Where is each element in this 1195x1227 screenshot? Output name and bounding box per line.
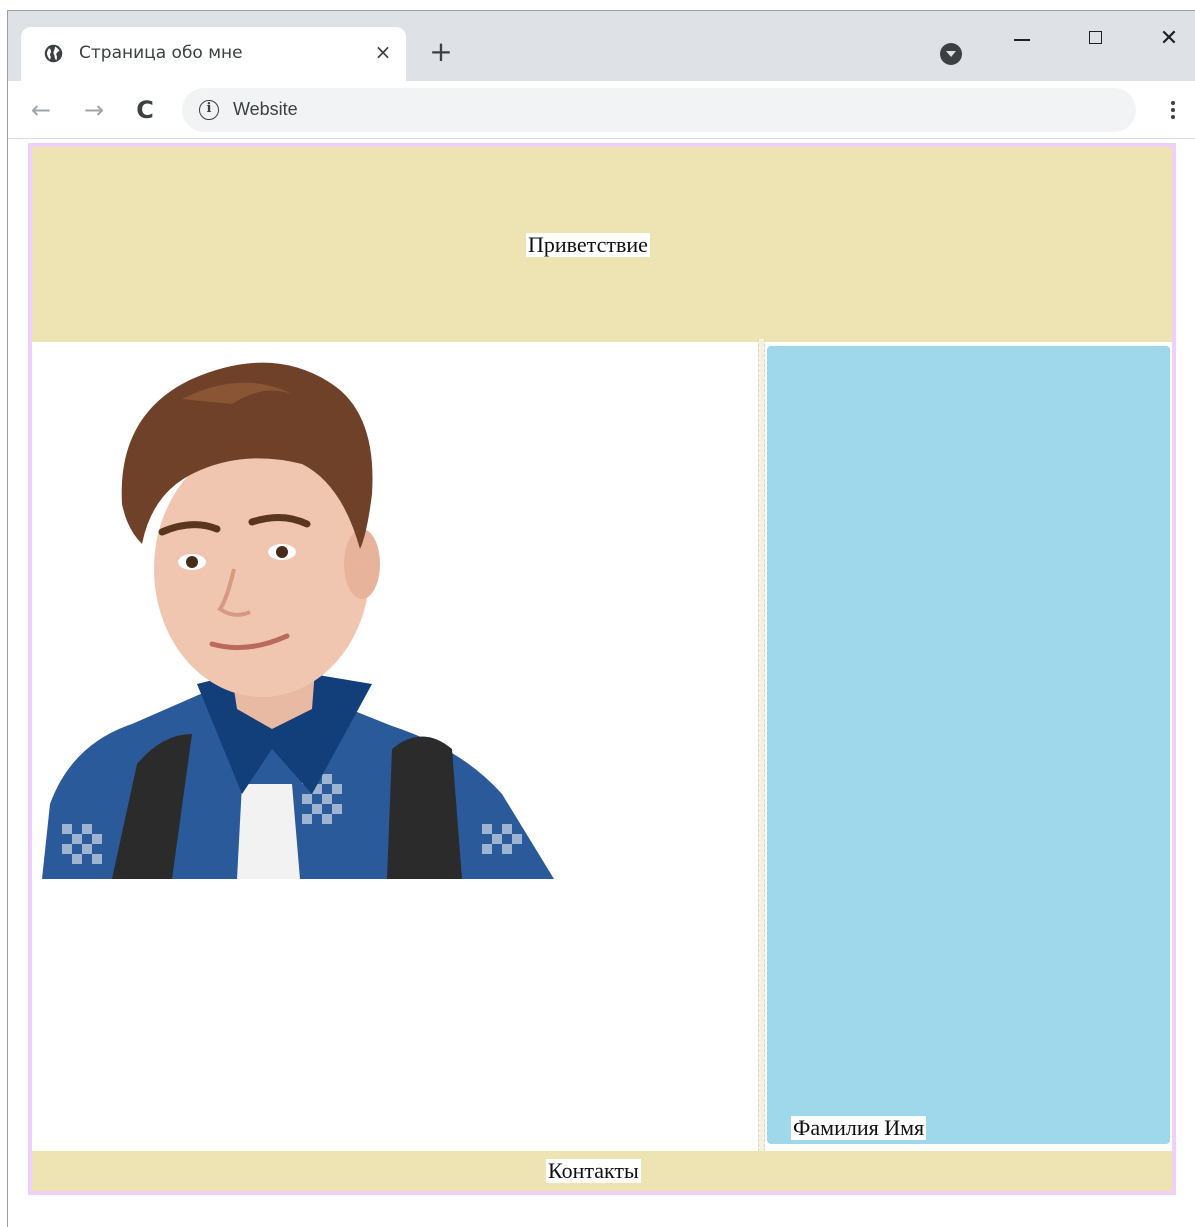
contacts-footer: Контакты <box>32 1151 1172 1191</box>
greeting-title: Приветствие <box>526 232 650 257</box>
name-panel: Фамилия Имя <box>767 346 1170 1144</box>
tab-close-icon[interactable]: × <box>370 39 396 65</box>
greeting-header: Приветствие <box>32 147 1172 342</box>
browser-toolbar: ← → C i Website <box>8 81 1195 139</box>
contacts-label: Контакты <box>546 1158 641 1183</box>
globe-icon <box>44 44 63 63</box>
tab-title: Страница обо мне <box>79 43 243 63</box>
column-divider <box>758 339 765 1152</box>
kebab-menu-icon[interactable] <box>1158 95 1188 125</box>
tab-strip: Страница обо мне × + ✕ <box>8 11 1195 81</box>
close-window-button[interactable]: ✕ <box>1149 19 1189 59</box>
profile-dropdown-icon[interactable] <box>940 43 962 65</box>
new-tab-button[interactable]: + <box>426 37 456 67</box>
photo-column <box>36 344 756 1144</box>
maximize-button[interactable] <box>1076 19 1116 59</box>
full-name-label: Фамилия Имя <box>791 1115 927 1140</box>
active-tab[interactable]: Страница обо мне × <box>21 27 406 81</box>
page-container: Приветствие Фамилия Имя Контакты <box>28 143 1176 1195</box>
reload-button[interactable]: C <box>130 95 160 125</box>
address-bar[interactable]: i Website <box>182 88 1136 132</box>
info-icon[interactable]: i <box>199 100 219 120</box>
minimize-button[interactable] <box>1002 19 1042 59</box>
back-button[interactable]: ← <box>26 95 56 125</box>
profile-photo <box>42 362 554 879</box>
address-text[interactable]: Website <box>233 99 298 120</box>
forward-button[interactable]: → <box>79 95 109 125</box>
